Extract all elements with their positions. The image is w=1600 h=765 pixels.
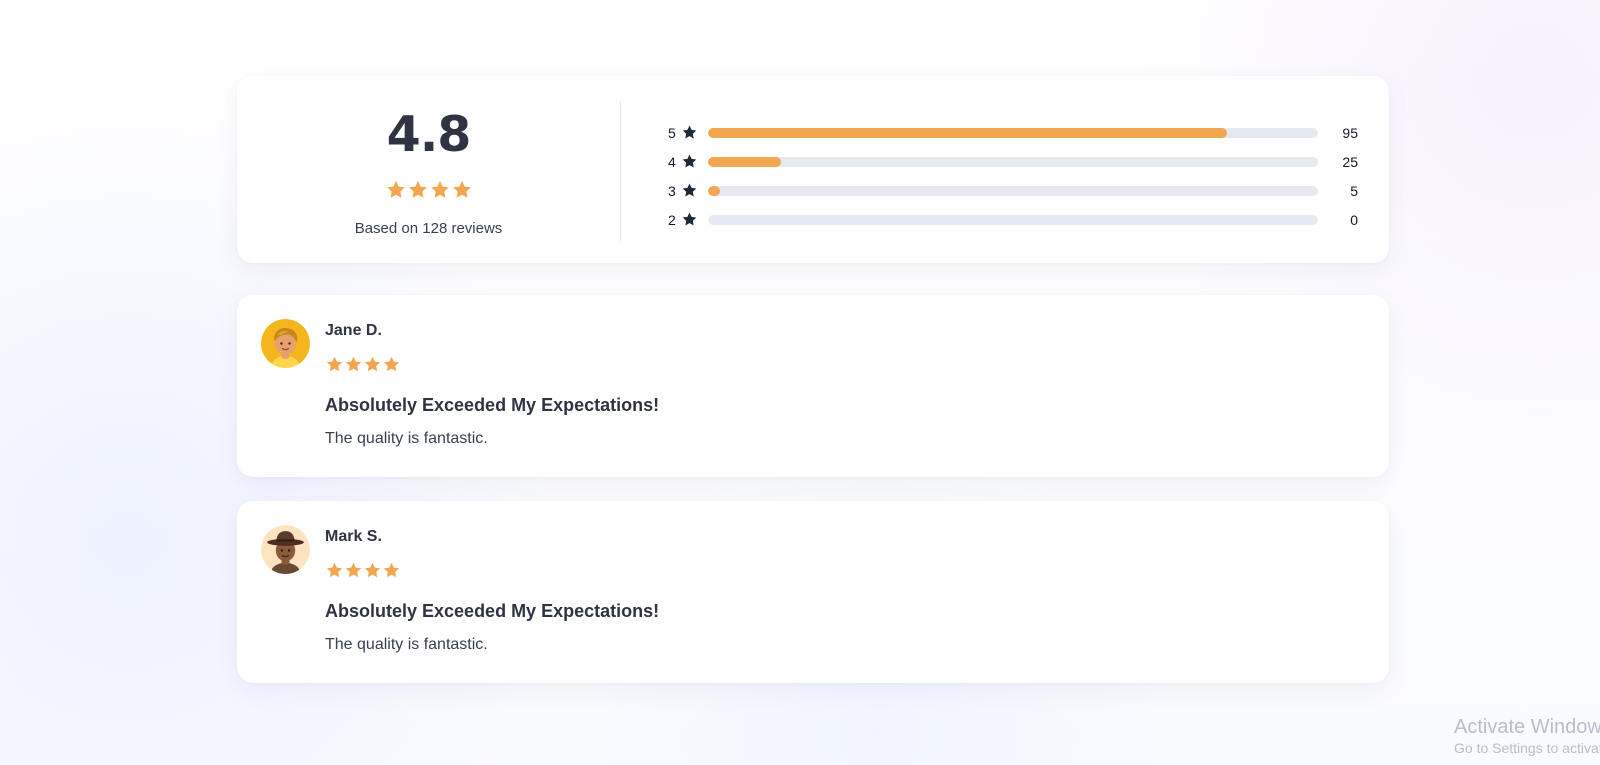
review-text: The quality is fantastic.	[325, 430, 488, 447]
rating-row-label: 3	[668, 182, 676, 199]
rating-row-label: 2	[668, 211, 676, 228]
reviewer-name: Jane D.	[325, 322, 382, 339]
average-rating: 4.8	[386, 106, 472, 163]
rating-bar-track	[707, 127, 1319, 138]
rating-row-count: 95	[1342, 124, 1358, 141]
rating-row-3: 3 5	[668, 176, 1358, 205]
rating-bar-track	[707, 156, 1319, 167]
rating-bar-fill	[707, 127, 1227, 138]
rating-breakdown: 5 95 4 25 3 5 2 0	[668, 118, 1358, 234]
star-icon	[344, 561, 363, 585]
rating-bar-track	[707, 214, 1319, 225]
overall-rating: 4.8 Based on 128 reviews	[237, 76, 620, 263]
rating-row-count: 0	[1350, 211, 1358, 228]
review-stars	[325, 561, 1365, 585]
watermark-title: Activate Windows	[1454, 716, 1600, 738]
based-on-text: Based on 128 reviews	[354, 220, 503, 237]
cowboy-hat-avatar-icon	[261, 525, 310, 574]
star-icon	[681, 211, 698, 228]
rating-summary-card: 4.8 Based on 128 reviews 5 95 4 25 3 5 2…	[237, 76, 1389, 263]
rating-row-2: 2 0	[668, 205, 1358, 234]
star-icon	[407, 179, 429, 206]
star-icon	[681, 153, 698, 170]
star-icon	[325, 355, 344, 379]
rating-row-label: 4	[668, 153, 676, 170]
review-title: Absolutely Exceeded My Expectations!	[325, 395, 660, 415]
summary-divider	[620, 101, 621, 241]
star-icon	[382, 561, 401, 585]
star-icon	[681, 124, 698, 141]
star-icon	[451, 179, 473, 206]
review-text: The quality is fantastic.	[325, 636, 488, 653]
rating-row-4: 4 25	[668, 147, 1358, 176]
star-icon	[363, 561, 382, 585]
star-icon	[382, 355, 401, 379]
overall-stars	[237, 179, 620, 206]
star-icon	[325, 561, 344, 585]
review-title: Absolutely Exceeded My Expectations!	[325, 601, 660, 621]
review-content: Mark S. Absolutely Exceeded My Expectati…	[325, 527, 1365, 656]
review-stars	[325, 355, 1365, 379]
star-icon	[363, 355, 382, 379]
star-icon	[681, 182, 698, 199]
star-icon	[429, 179, 451, 206]
star-icon	[385, 179, 407, 206]
windows-activation-watermark: Activate Windows Go to Settings to activ…	[1454, 715, 1600, 757]
blond-person-avatar-icon	[261, 319, 310, 368]
rating-row-count: 5	[1350, 182, 1358, 199]
review-card: Jane D. Absolutely Exceeded My Expectati…	[237, 295, 1389, 477]
review-card: Mark S. Absolutely Exceeded My Expectati…	[237, 501, 1389, 683]
reviews-page: 4.8 Based on 128 reviews 5 95 4 25 3 5 2…	[237, 76, 1389, 683]
rating-row-count: 25	[1342, 153, 1358, 170]
rating-row-5: 5 95	[668, 118, 1358, 147]
review-content: Jane D. Absolutely Exceeded My Expectati…	[325, 321, 1365, 450]
reviewer-name: Mark S.	[325, 528, 382, 545]
rating-bar-fill	[707, 156, 782, 167]
rating-bar-fill	[707, 185, 721, 196]
star-icon	[344, 355, 363, 379]
watermark-subtitle: Go to Settings to activate Windows.	[1454, 740, 1600, 756]
rating-bar-track	[707, 185, 1319, 196]
rating-row-label: 5	[668, 124, 676, 141]
